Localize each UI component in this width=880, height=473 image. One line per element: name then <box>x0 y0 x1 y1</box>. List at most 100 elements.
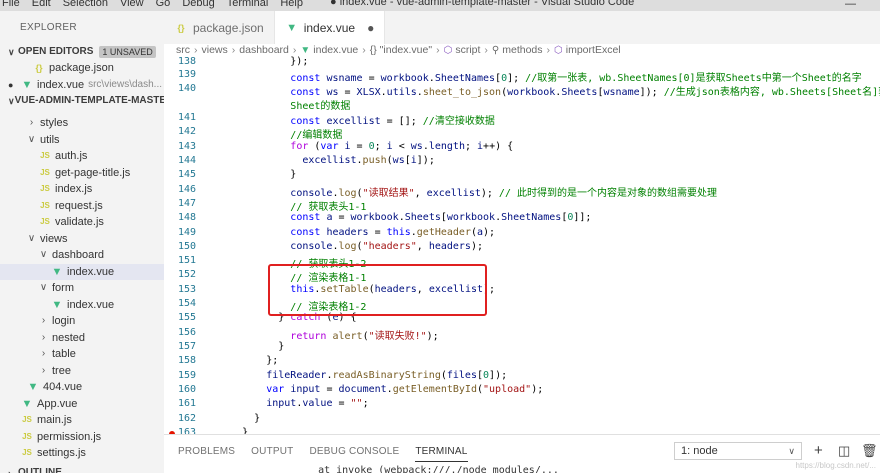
tree-folder[interactable]: ∨ form <box>0 280 164 297</box>
menu-terminal[interactable]: Terminal <box>221 0 275 9</box>
line-number: 160 <box>177 384 196 395</box>
tree-item-label: index.js <box>55 183 93 195</box>
code-line: const wsname = workbook.SheetNames[0]; /… <box>290 73 862 84</box>
line-number: 158 <box>177 355 196 366</box>
wrench-icon: ⚲ <box>491 44 500 56</box>
script-icon: ⬡ <box>443 44 453 56</box>
bottom-panel: PROBLEMS OUTPUT DEBUG CONSOLE TERMINAL 1… <box>164 434 880 473</box>
menu-view[interactable]: View <box>114 0 150 9</box>
line-number: 144 <box>177 155 196 166</box>
split-terminal-icon[interactable]: ◫ <box>838 442 850 460</box>
breadcrumb-item[interactable]: importExcel <box>566 44 621 56</box>
open-editor-item-index-vue[interactable]: ● ▼ index.vue src\views\dash... <box>0 77 164 94</box>
tree-file[interactable]: JS permission.js <box>0 429 164 446</box>
menu-debug[interactable]: Debug <box>176 0 220 9</box>
unsaved-dot-icon[interactable]: ● <box>367 21 374 35</box>
tree-file[interactable]: JS request.js <box>0 198 164 215</box>
tab-output[interactable]: OUTPUT <box>251 435 293 468</box>
tree-file[interactable]: JS main.js <box>0 412 164 429</box>
line-number: 152 <box>177 269 196 280</box>
chevron-right-icon: › <box>231 44 236 56</box>
menu-file[interactable]: File <box>0 0 26 9</box>
tree-item-label: styles <box>40 117 69 129</box>
tree-item-label: dashboard <box>52 249 104 261</box>
line-number: 159 <box>177 370 196 381</box>
tree-folder[interactable]: › table <box>0 346 164 363</box>
chevron-right-icon: › <box>41 364 46 376</box>
line-number: 154 <box>177 298 196 309</box>
breadcrumb-item[interactable]: src <box>176 44 190 56</box>
menu-edit[interactable]: Edit <box>26 0 57 9</box>
tree-folder[interactable]: ∨ utils <box>0 132 164 149</box>
minimize-button[interactable]: — <box>845 0 856 10</box>
tree-file[interactable]: ▼ App.vue <box>0 396 164 413</box>
watermark: https://blog.csdn.net/... <box>795 461 877 470</box>
code-line: return alert("读取失败!"); <box>290 331 439 342</box>
trash-icon[interactable]: 🗑 <box>861 442 878 460</box>
terminal-select[interactable]: 1: node ∨ <box>674 442 802 460</box>
code-line: } <box>206 341 285 352</box>
tree-folder[interactable]: › styles <box>0 115 164 132</box>
chevron-right-icon: › <box>436 44 440 56</box>
tab-index-vue[interactable]: ▼ index.vue ● <box>274 11 386 44</box>
line-number-gutter: 138 139 140 141 142 143 144 145 146 147 148 149 150 1… <box>164 56 198 434</box>
breadcrumb-item[interactable]: index.vue <box>313 44 358 56</box>
menu-selection[interactable]: Selection <box>57 0 114 9</box>
line-number: 151 <box>177 255 196 266</box>
breadcrumb-item[interactable]: dashboard <box>239 44 289 56</box>
tree-file[interactable]: JS auth.js <box>0 148 164 165</box>
outline-section[interactable]: › OUTLINE <box>0 465 164 473</box>
vue-file-icon: ▼ <box>21 78 33 91</box>
open-editors-section[interactable]: ∨ OPEN EDITORS 1 UNSAVED <box>0 44 164 60</box>
chevron-right-icon: › <box>41 315 46 326</box>
tree-file[interactable]: ▼ 404.vue <box>0 379 164 396</box>
menu-bar: File Edit Selection View Go Debug Termin… <box>0 0 309 9</box>
menu-go[interactable]: Go <box>150 0 177 9</box>
js-file-icon: JS <box>40 184 50 193</box>
chevron-down-icon: ∨ <box>8 47 15 57</box>
chevron-down-icon: ∨ <box>27 133 36 145</box>
tree-file[interactable]: JS validate.js <box>0 214 164 231</box>
project-section[interactable]: ∨ VUE-ADMIN-TEMPLATE-MASTER <box>0 93 164 109</box>
line-number: 141 <box>177 112 196 123</box>
tree-folder[interactable]: › tree <box>0 363 164 380</box>
json-file-icon: {} <box>35 63 43 73</box>
breadcrumb-item[interactable]: {} "index.vue" <box>370 44 432 56</box>
open-editor-item-package-json[interactable]: {} package.json <box>0 60 164 77</box>
editor-tabs: {} package.json ▼ index.vue ● <box>164 11 880 44</box>
breadcrumb-item[interactable]: script <box>455 44 480 56</box>
breadcrumb-item[interactable]: views <box>202 44 228 56</box>
vue-file-icon: ▼ <box>286 21 298 34</box>
code-area[interactable]: }); const wsname = workbook.SheetNames[0… <box>206 56 880 434</box>
menu-help[interactable]: Help <box>274 0 309 9</box>
tab-debug-console[interactable]: DEBUG CONSOLE <box>309 435 399 468</box>
tree-folder[interactable]: ∨ dashboard <box>0 247 164 264</box>
tree-item-label: permission.js <box>37 430 102 443</box>
breadcrumb-item[interactable]: methods <box>502 44 542 56</box>
line-number: 161 <box>177 398 196 409</box>
tree-folder[interactable]: › login <box>0 313 164 330</box>
tree-item-label: auth.js <box>55 150 88 162</box>
tab-terminal[interactable]: TERMINAL <box>415 435 468 468</box>
tree-file[interactable]: ▼ index.vue <box>0 297 164 314</box>
tree-file[interactable]: ▼ index.vue <box>0 263 164 280</box>
tree-file[interactable]: JS index.js <box>0 181 164 198</box>
chevron-right-icon: › <box>362 44 366 56</box>
tree-item-label: form <box>52 282 74 294</box>
tree-item-label: settings.js <box>37 447 86 459</box>
tab-package-json[interactable]: {} package.json <box>164 11 275 44</box>
code-line: var input = document.getElementById("upl… <box>266 384 544 395</box>
tab-problems[interactable]: PROBLEMS <box>178 435 235 468</box>
tree-folder[interactable]: › nested <box>0 330 164 347</box>
tree-file[interactable]: JS get-page-title.js <box>0 165 164 182</box>
code-line: input.value = ""; <box>266 398 369 409</box>
chevron-right-icon: › <box>41 331 46 343</box>
js-file-icon: JS <box>40 217 50 226</box>
vue-file-icon: ▼ <box>51 265 63 278</box>
chevron-right-icon: › <box>546 44 551 56</box>
js-file-icon: JS <box>40 151 50 160</box>
tree-folder[interactable]: ∨ views <box>0 231 164 248</box>
add-terminal-icon[interactable]: + <box>814 442 823 460</box>
code-editor[interactable]: 138 139 140 141 142 143 144 145 146 147 148 149 150 1… <box>164 56 880 434</box>
tree-file[interactable]: JS settings.js <box>0 445 164 462</box>
